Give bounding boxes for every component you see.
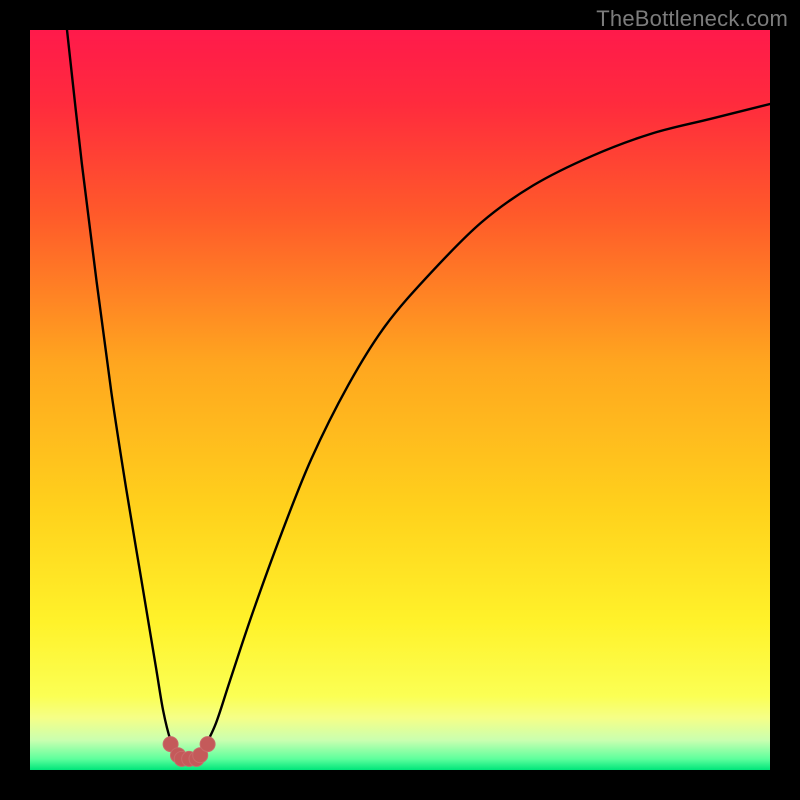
minimum-marker-dot xyxy=(200,737,215,752)
curve-right-branch xyxy=(200,104,770,755)
minimum-markers xyxy=(163,737,215,767)
chart-frame: TheBottleneck.com xyxy=(0,0,800,800)
curve-left-branch xyxy=(67,30,178,755)
plot-area xyxy=(30,30,770,770)
curve-layer xyxy=(30,30,770,770)
watermark-text: TheBottleneck.com xyxy=(596,6,788,32)
